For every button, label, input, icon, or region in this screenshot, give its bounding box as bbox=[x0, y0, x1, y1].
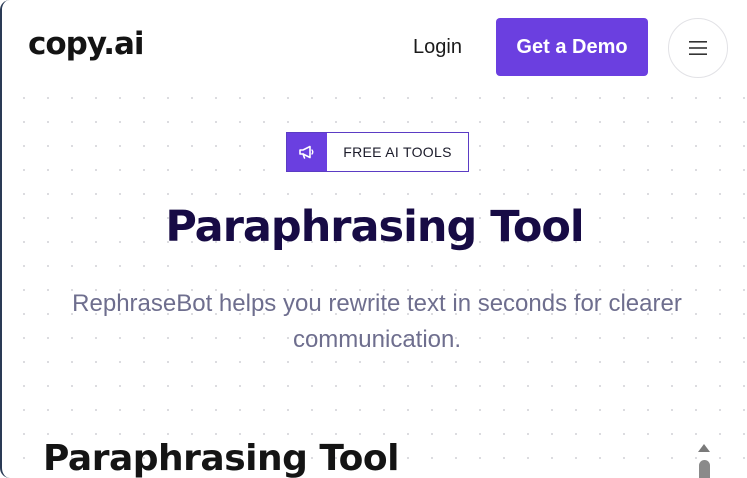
menu-button[interactable] bbox=[668, 18, 728, 78]
megaphone-icon bbox=[287, 133, 327, 171]
get-a-demo-button[interactable]: Get a Demo bbox=[496, 18, 648, 76]
section-heading: Paraphrasing Tool bbox=[43, 438, 399, 478]
scrollbar-thumb[interactable] bbox=[699, 460, 710, 478]
hamburger-icon bbox=[689, 41, 707, 55]
site-header: copy.ai Login Get a Demo bbox=[2, 0, 747, 95]
copyai-logo[interactable]: copy.ai bbox=[28, 26, 145, 62]
scroll-up-arrow-icon[interactable] bbox=[698, 444, 710, 452]
badge-label: FREE AI TOOLS bbox=[343, 144, 452, 160]
login-link[interactable]: Login bbox=[413, 36, 462, 59]
page-frame: copy.ai Login Get a Demo FREE AI TOOLS P… bbox=[0, 0, 747, 478]
free-ai-tools-badge: FREE AI TOOLS bbox=[286, 132, 469, 172]
page-subtitle: RephraseBot helps you rewrite text in se… bbox=[72, 290, 682, 353]
page-title: Paraphrasing Tool bbox=[165, 202, 584, 252]
